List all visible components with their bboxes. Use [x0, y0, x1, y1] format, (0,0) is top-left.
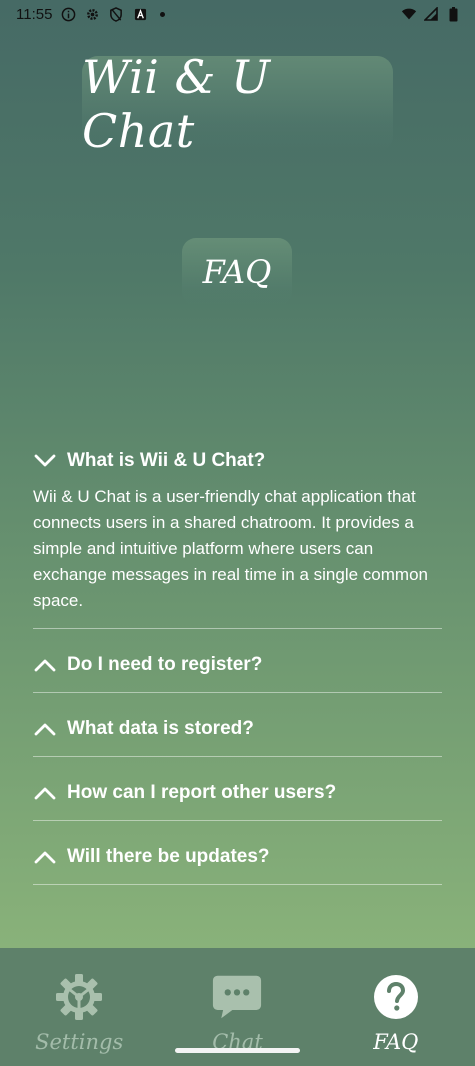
- faq-item-report-users: How can I report other users?: [33, 757, 442, 821]
- faq-question-label: Do I need to register?: [67, 653, 263, 675]
- faq-question-label: Will there be updates?: [67, 845, 270, 867]
- faq-question-toggle[interactable]: Do I need to register?: [33, 645, 262, 685]
- faq-answer: Wii & U Chat is a user-friendly chat app…: [33, 487, 428, 610]
- chevron-up-icon: [33, 781, 61, 805]
- nav-settings[interactable]: Settings: [0, 948, 158, 1066]
- chevron-up-icon: [33, 653, 61, 677]
- status-right: [401, 6, 461, 22]
- chat-bubble-icon: [212, 972, 262, 1022]
- nav-faq-label: FAQ: [373, 1030, 419, 1054]
- battery-icon: [445, 6, 461, 22]
- status-bar: 11:55: [0, 0, 475, 28]
- faq-item-what-is: What is Wii & U Chat? Wii & U Chat is a …: [33, 440, 442, 629]
- nav-faq[interactable]: FAQ: [317, 948, 475, 1066]
- chevron-up-icon: [33, 717, 61, 741]
- gesture-home-bar[interactable]: [175, 1048, 300, 1053]
- page-title: FAQ: [202, 253, 272, 291]
- faq-item-updates: Will there be updates?: [33, 821, 442, 885]
- faq-question-toggle[interactable]: Will there be updates?: [33, 837, 270, 877]
- settings-gear-icon: [54, 972, 104, 1022]
- status-left: 11:55: [16, 5, 166, 23]
- shield-icon: [108, 6, 124, 22]
- faq-list: What is Wii & U Chat? Wii & U Chat is a …: [33, 440, 442, 885]
- faq-item-register: Do I need to register?: [33, 629, 442, 693]
- faq-question-label: What is Wii & U Chat?: [67, 450, 266, 471]
- faq-item-data-stored: What data is stored?: [33, 693, 442, 757]
- page-title-card: FAQ: [182, 238, 292, 306]
- nav-settings-label: Settings: [35, 1030, 124, 1054]
- chevron-down-icon: [33, 449, 61, 473]
- faq-question-label: How can I report other users?: [67, 781, 337, 803]
- question-icon: [371, 972, 421, 1022]
- faq-question-toggle[interactable]: What is Wii & U Chat?: [33, 440, 442, 482]
- status-time: 11:55: [16, 5, 53, 23]
- faq-question-label: What data is stored?: [67, 717, 254, 739]
- faq-question-toggle[interactable]: What data is stored?: [33, 709, 254, 749]
- info-icon: [60, 6, 76, 22]
- signal-icon: [423, 6, 439, 22]
- gear-icon: [84, 6, 100, 22]
- dot-icon: [160, 11, 166, 17]
- wifi-icon: [401, 6, 417, 22]
- faq-question-toggle[interactable]: How can I report other users?: [33, 773, 336, 813]
- chevron-up-icon: [33, 845, 61, 869]
- app-title: Wii & U Chat: [82, 50, 271, 158]
- app-a-icon: [132, 6, 148, 22]
- app-title-card: Wii & U Chat: [82, 50, 393, 158]
